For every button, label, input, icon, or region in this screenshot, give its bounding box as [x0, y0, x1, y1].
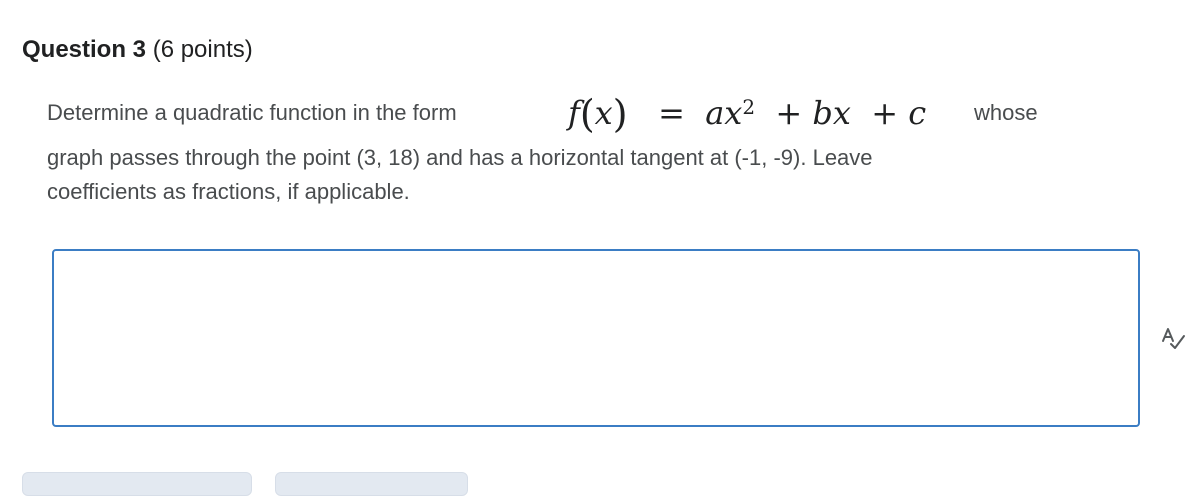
math-x: x	[594, 94, 613, 132]
prompt-line-2: graph passes through the point (3, 18) a…	[47, 145, 873, 170]
math-c: c	[908, 94, 927, 132]
math-ax: ax	[705, 94, 743, 132]
math-f: f	[568, 94, 580, 132]
math-plus-2: +	[871, 94, 899, 132]
math-plus-1: +	[775, 94, 803, 132]
prompt-line-3: coefficients as fractions, if applicable…	[47, 179, 410, 204]
prompt-text-prefix: Determine a quadratic function in the fo…	[47, 100, 457, 125]
question-number: Question 3	[22, 36, 147, 63]
primary-action-button[interactable]	[22, 472, 252, 496]
spellcheck-icon[interactable]	[1160, 326, 1186, 350]
math-exponent: 2	[742, 95, 756, 119]
question-title: Question 3 (6 points)	[22, 34, 253, 66]
secondary-action-button[interactable]	[275, 472, 468, 496]
answer-textarea[interactable]	[52, 249, 1140, 427]
question-points: (6 points)	[152, 36, 253, 63]
math-expression: f(x) = ax2 + bx + c	[568, 92, 927, 136]
math-equals: =	[658, 94, 685, 132]
prompt-text-suffix: whose	[974, 100, 1038, 125]
math-bx: bx	[812, 94, 851, 132]
